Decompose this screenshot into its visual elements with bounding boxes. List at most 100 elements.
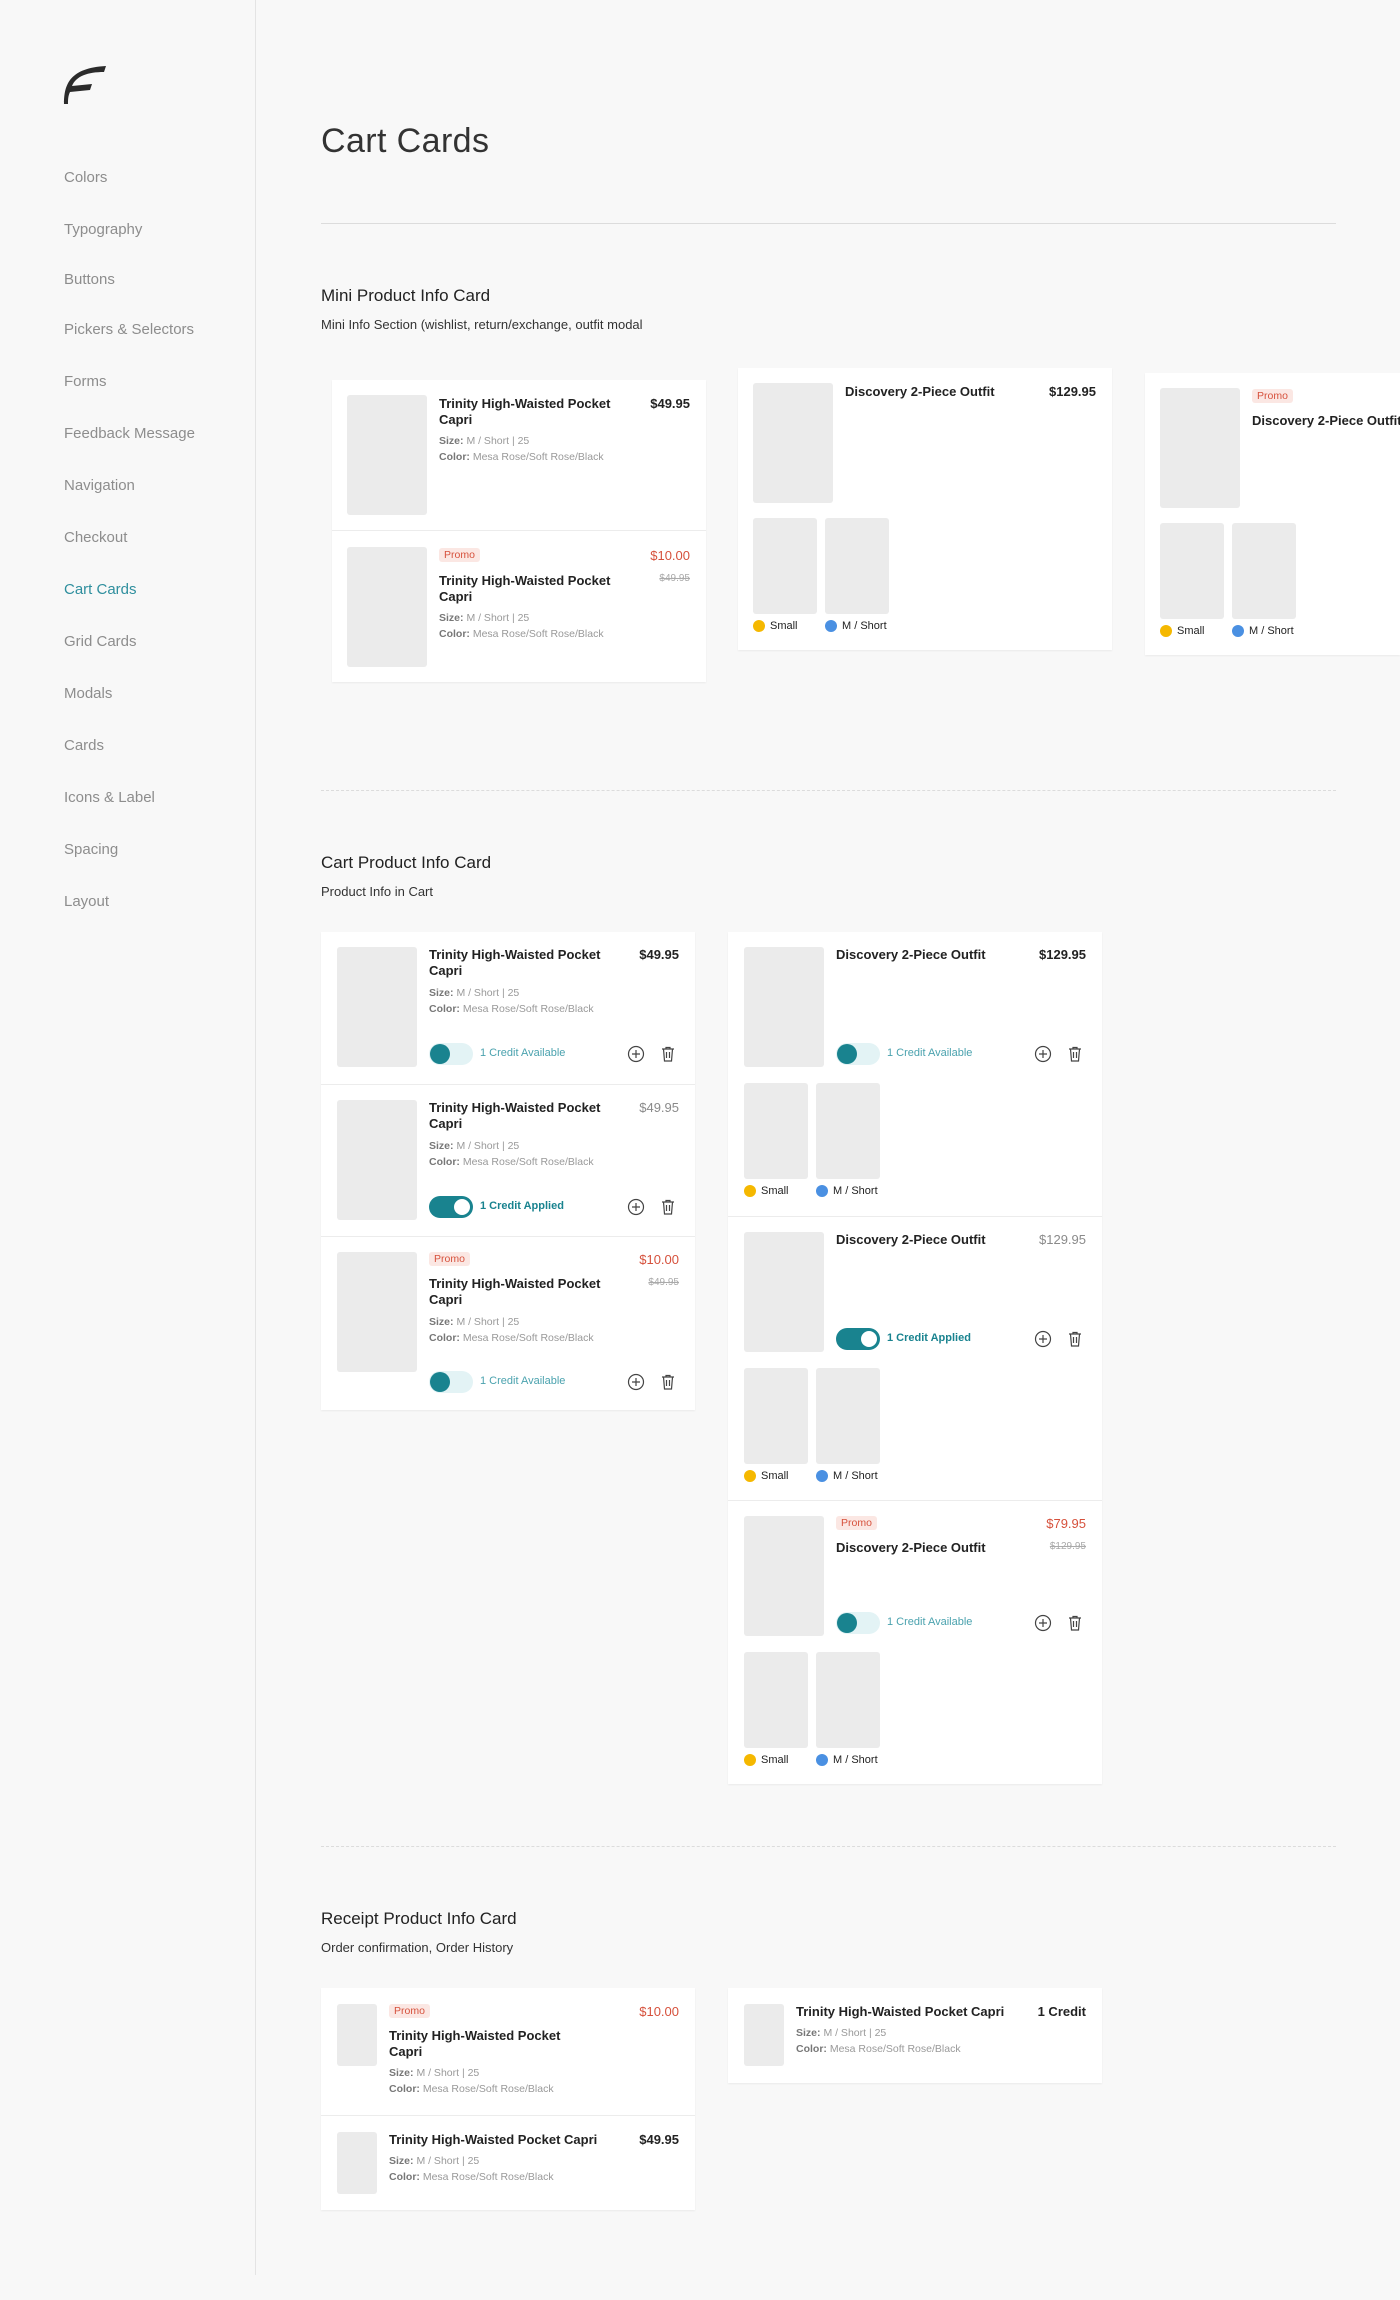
outfit-image[interactable] <box>744 1516 824 1636</box>
add-icon[interactable] <box>1034 1614 1052 1632</box>
add-icon[interactable] <box>627 1373 645 1391</box>
product-name[interactable]: Trinity High-Waisted Pocket Capri <box>796 2004 1026 2020</box>
product-size: Size: M / Short | 25 <box>389 2154 479 2169</box>
nav-item-checkout[interactable]: Checkout <box>64 529 127 546</box>
fit-dot <box>816 1185 828 1197</box>
nav-item-buttons[interactable]: Buttons <box>64 271 115 288</box>
outfit-piece-image[interactable] <box>753 518 817 614</box>
outfit-image[interactable] <box>1160 388 1240 508</box>
add-icon[interactable] <box>1034 1330 1052 1348</box>
credit-toggle[interactable] <box>836 1328 880 1350</box>
outfit-piece-image[interactable] <box>816 1368 880 1464</box>
product-color: Color: Mesa Rose/Soft Rose/Black <box>389 2082 554 2097</box>
color-label: Color: <box>796 2043 827 2055</box>
outfit-piece-image[interactable] <box>744 1083 808 1179</box>
toggle-knob <box>837 1613 857 1633</box>
nav-item-pickers-selectors[interactable]: Pickers & Selectors <box>64 321 194 338</box>
list-item: Discovery 2-Piece Outfit $129.95 1 Credi… <box>728 932 1102 1216</box>
product-image[interactable] <box>337 1252 417 1372</box>
outfit-image[interactable] <box>744 947 824 1067</box>
product-image[interactable] <box>337 2004 377 2066</box>
size-value: M / Short | 25 <box>456 987 520 999</box>
outfit-piece-image[interactable] <box>816 1652 880 1748</box>
trash-icon[interactable] <box>659 1373 677 1391</box>
nav-item-navigation[interactable]: Navigation <box>64 477 135 494</box>
brand-logo-icon[interactable] <box>62 64 106 104</box>
add-icon[interactable] <box>627 1198 645 1216</box>
add-icon[interactable] <box>627 1045 645 1063</box>
promo-badge: Promo <box>836 1516 877 1530</box>
nav-item-feedback-message[interactable]: Feedback Message <box>64 425 195 442</box>
original-price: $49.95 <box>648 1277 679 1288</box>
trash-icon[interactable] <box>1066 1045 1084 1063</box>
product-image[interactable] <box>337 2132 377 2194</box>
product-image[interactable] <box>744 2004 784 2066</box>
product-image[interactable] <box>347 395 427 515</box>
color-value: Mesa Rose/Soft Rose/Black <box>422 2171 554 2183</box>
outfit-piece-image[interactable] <box>1232 523 1296 619</box>
product-name[interactable]: Trinity High-Waisted Pocket Capri <box>439 396 629 428</box>
size-label: Size: <box>429 1316 454 1328</box>
trash-icon[interactable] <box>659 1198 677 1216</box>
fit-dot-label: M / Short <box>833 1470 878 1482</box>
product-image[interactable] <box>337 947 417 1067</box>
nav-item-colors[interactable]: Colors <box>64 169 107 186</box>
product-name[interactable]: Trinity High-Waisted Pocket Capri <box>429 1100 609 1132</box>
product-name[interactable]: Trinity High-Waisted Pocket Capri <box>429 947 609 979</box>
product-image[interactable] <box>347 547 427 667</box>
product-name[interactable]: Discovery 2-Piece Outfit <box>1252 413 1400 429</box>
size-dot <box>744 1185 756 1197</box>
size-value: M / Short | 25 <box>466 435 530 447</box>
credit-toggle[interactable] <box>429 1043 473 1065</box>
product-size: Size: M / Short | 25 <box>389 2066 479 2081</box>
trash-icon[interactable] <box>1066 1330 1084 1348</box>
outfit-piece-image[interactable] <box>1160 523 1224 619</box>
outfit-piece-image[interactable] <box>744 1652 808 1748</box>
trash-icon[interactable] <box>659 1045 677 1063</box>
product-name[interactable]: Discovery 2-Piece Outfit <box>836 1540 1016 1556</box>
credit-toggle[interactable] <box>429 1371 473 1393</box>
outfit-piece-image[interactable] <box>816 1083 880 1179</box>
nav-item-cart-cards[interactable]: Cart Cards <box>64 581 137 598</box>
size-label: Size: <box>429 987 454 999</box>
product-color: Color: Mesa Rose/Soft Rose/Black <box>389 2170 554 2185</box>
credit-toggle[interactable] <box>429 1196 473 1218</box>
product-name[interactable]: Discovery 2-Piece Outfit <box>845 384 1035 400</box>
product-price: $129.95 <box>1039 1232 1086 1247</box>
nav-item-grid-cards[interactable]: Grid Cards <box>64 633 137 650</box>
size-indicator: Small <box>744 1754 789 1766</box>
product-name[interactable]: Trinity High-Waisted Pocket Capri <box>389 2028 579 2060</box>
size-dot-label: Small <box>761 1185 789 1197</box>
credit-status: 1 Credit Applied <box>887 1332 971 1344</box>
nav-item-layout[interactable]: Layout <box>64 893 109 910</box>
outfit-image[interactable] <box>744 1232 824 1352</box>
credit-status: 1 Credit Available <box>887 1047 973 1059</box>
product-color: Color: Mesa Rose/Soft Rose/Black <box>796 2042 961 2057</box>
product-price: $49.95 <box>639 947 679 962</box>
product-price: $49.95 <box>650 396 690 411</box>
product-name[interactable]: Trinity High-Waisted Pocket Capri <box>429 1276 609 1308</box>
nav-item-spacing[interactable]: Spacing <box>64 841 118 858</box>
outfit-piece-image[interactable] <box>825 518 889 614</box>
fit-indicator: M / Short <box>816 1470 878 1482</box>
product-color: Color: Mesa Rose/Soft Rose/Black <box>439 627 604 642</box>
nav-item-modals[interactable]: Modals <box>64 685 112 702</box>
add-icon[interactable] <box>1034 1045 1052 1063</box>
product-name[interactable]: Discovery 2-Piece Outfit <box>836 947 1016 963</box>
nav-item-typography[interactable]: Typography <box>64 221 142 238</box>
outfit-image[interactable] <box>753 383 833 503</box>
nav-item-icons-label[interactable]: Icons & Label <box>64 789 155 806</box>
product-name[interactable]: Trinity High-Waisted Pocket Capri <box>389 2132 629 2148</box>
product-name[interactable]: Discovery 2-Piece Outfit <box>836 1232 1016 1248</box>
size-dot-label: Small <box>770 620 798 632</box>
nav-item-cards[interactable]: Cards <box>64 737 104 754</box>
product-name[interactable]: Trinity High-Waisted Pocket Capri <box>439 573 629 605</box>
product-image[interactable] <box>337 1100 417 1220</box>
nav-item-forms[interactable]: Forms <box>64 373 107 390</box>
credit-toggle[interactable] <box>836 1043 880 1065</box>
size-indicator: Small <box>744 1185 789 1197</box>
outfit-piece-image[interactable] <box>744 1368 808 1464</box>
trash-icon[interactable] <box>1066 1614 1084 1632</box>
color-value: Mesa Rose/Soft Rose/Black <box>829 2043 961 2055</box>
credit-toggle[interactable] <box>836 1612 880 1634</box>
